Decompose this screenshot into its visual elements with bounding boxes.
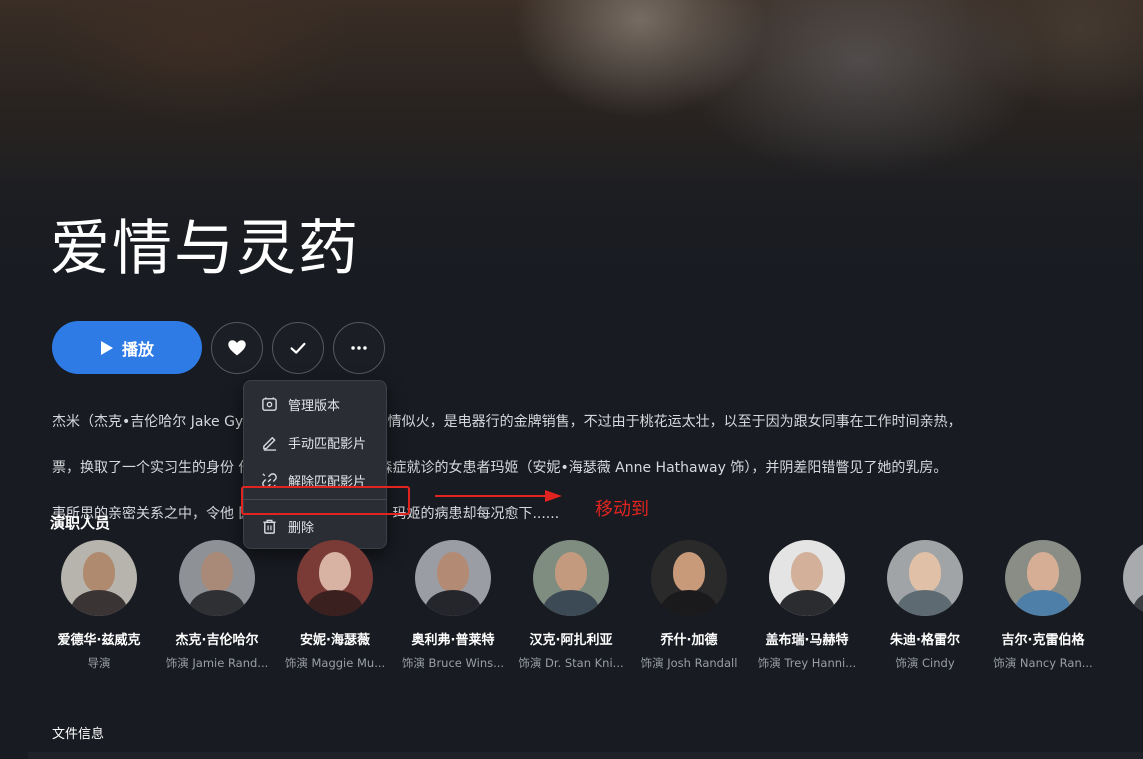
cast-role: 饰演 Bruce Wins... xyxy=(401,656,505,670)
avatar xyxy=(1005,540,1081,616)
menu-item-label: 管理版本 xyxy=(288,398,341,414)
cast-card[interactable]: 汉克·阿扎利亚 饰演 Dr. Stan Kni... xyxy=(512,540,630,671)
avatar xyxy=(769,540,845,616)
favorite-button[interactable] xyxy=(211,321,263,374)
avatar xyxy=(533,540,609,616)
cast-role: 饰演 Trey Hanni... xyxy=(757,656,857,670)
cast-card[interactable]: 乔 饰演 D xyxy=(1102,540,1143,671)
menu-item-manage-version[interactable]: 管理版本 xyxy=(244,386,388,422)
more-options-button[interactable] xyxy=(333,321,385,374)
cast-role: 饰演 Jamie Rand... xyxy=(165,656,269,670)
more-options-menu: 管理版本 手动匹配影片 解除匹配影片 删除 xyxy=(243,380,387,549)
cast-name: 乔什·加德 xyxy=(660,633,718,648)
cast-card[interactable]: 朱迪·格雷尔 饰演 Cindy xyxy=(866,540,984,671)
cast-role: 饰演 Cindy xyxy=(895,656,955,670)
cast-role: 导演 xyxy=(87,656,111,670)
cast-name: 朱迪·格雷尔 xyxy=(890,633,960,648)
cast-name: 安妮·海瑟薇 xyxy=(300,633,370,648)
menu-item-label: 手动匹配影片 xyxy=(288,436,367,452)
avatar xyxy=(297,540,373,616)
heart-icon xyxy=(228,339,246,355)
cast-name: 汉克·阿扎利亚 xyxy=(529,633,613,648)
avatar xyxy=(1123,540,1143,616)
avatar xyxy=(887,540,963,616)
annotation-highlight-box xyxy=(241,486,410,515)
cast-name: 爱德华·兹威克 xyxy=(57,633,141,648)
menu-item-manual-match[interactable]: 手动匹配影片 xyxy=(244,424,388,460)
avatar xyxy=(415,540,491,616)
cast-name: 奥利弗·普莱特 xyxy=(411,633,495,648)
overview-line: 杰米（杰克•吉伦哈尔 Jake Gy 药世家，舌灿莲花，热情似火，是电器行的金牌… xyxy=(52,414,962,430)
cast-card[interactable]: 吉尔·克雷伯格 饰演 Nancy Ran... xyxy=(984,540,1102,671)
cast-role: 饰演 Josh Randall xyxy=(640,656,738,670)
cast-card[interactable]: 杰克·吉伦哈尔 饰演 Jamie Rand... xyxy=(158,540,276,671)
action-buttons: 播放 xyxy=(52,321,385,374)
file-info-title: 文件信息 xyxy=(52,727,105,742)
cast-card[interactable]: 爱德华·兹威克 导演 xyxy=(40,540,158,671)
cast-card[interactable]: 盖布瑞·马赫特 饰演 Trey Hanni... xyxy=(748,540,866,671)
trash-icon xyxy=(263,519,276,534)
play-label: 播放 xyxy=(121,339,154,359)
cast-card[interactable]: 乔什·加德 饰演 Josh Randall xyxy=(630,540,748,671)
annotation-arrow-icon xyxy=(435,490,562,502)
cast-name: 吉尔·克雷伯格 xyxy=(1001,633,1085,648)
edit-icon xyxy=(263,436,277,451)
cast-role: 饰演 Nancy Ran... xyxy=(993,656,1093,670)
cast-card[interactable]: 奥利弗·普莱特 饰演 Bruce Wins... xyxy=(394,540,512,671)
cast-role: 饰演 D xyxy=(1102,655,1143,671)
movie-title: 爱情与灵药 xyxy=(50,214,360,284)
avatar xyxy=(179,540,255,616)
cast-name: 杰克·吉伦哈尔 xyxy=(175,633,259,648)
cast-name: 盖布瑞·马赫特 xyxy=(765,633,849,648)
overview-line: 票，换取了一个实习生的身份 他偶然间邂逅了因帕金森症就诊的女患者玛姬（安妮•海瑟… xyxy=(52,460,948,476)
menu-item-label: 删除 xyxy=(288,520,315,536)
file-info-panel xyxy=(28,752,1143,759)
cast-name: 乔 xyxy=(1102,629,1143,648)
play-button[interactable]: 播放 xyxy=(52,321,202,374)
cast-card[interactable]: 安妮·海瑟薇 饰演 Maggie Mu... xyxy=(276,540,394,671)
cast-section-title: 演职人员 xyxy=(50,514,111,532)
play-icon xyxy=(100,340,113,355)
movie-overview: 杰米（杰克•吉伦哈尔 Jake Gy 药世家，舌灿莲花，热情似火，是电器行的金牌… xyxy=(52,388,1142,549)
cast-list: 爱德华·兹威克 导演 杰克·吉伦哈尔 饰演 Jamie Rand... 安妮·海… xyxy=(0,540,1143,680)
manage-version-icon xyxy=(262,396,277,411)
avatar xyxy=(651,540,727,616)
cast-role: 饰演 Dr. Stan Kni... xyxy=(518,656,624,670)
more-horizontal-icon xyxy=(351,345,367,350)
cast-role: 饰演 Maggie Mu... xyxy=(284,656,386,670)
check-icon xyxy=(290,342,306,354)
annotation-label: 移动到 xyxy=(595,499,649,520)
mark-watched-button[interactable] xyxy=(272,321,324,374)
avatar xyxy=(61,540,137,616)
